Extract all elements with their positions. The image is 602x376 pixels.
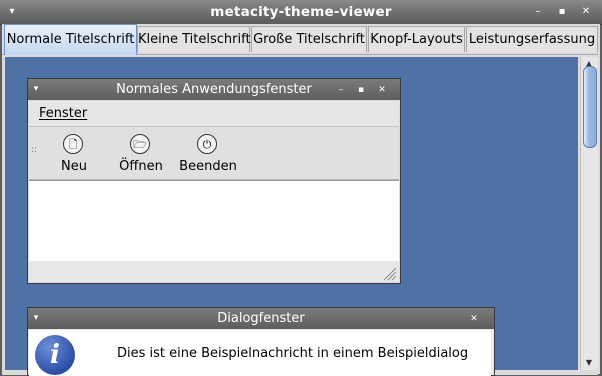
resize-grip-icon — [383, 267, 397, 281]
toolbar-label-beenden: Beenden — [179, 159, 237, 174]
normal-window-minimize-icon: – — [338, 85, 344, 95]
scrollbar-thumb[interactable] — [583, 66, 597, 148]
info-icon: i — [35, 335, 75, 375]
menu-fenster: Fenster — [39, 105, 87, 122]
toolbar-button-oeffnen: 🗁 Öffnen — [109, 128, 173, 180]
toolbar-button-beenden: ⏻ Beenden — [176, 128, 240, 180]
normal-window-maximize-icon: ▪ — [357, 85, 365, 95]
close-icon[interactable]: ✕ — [578, 4, 594, 20]
tab-kleine-titelschrift[interactable]: Kleine Titelschrift — [137, 26, 251, 52]
toolbar-label-neu: Neu — [61, 159, 87, 174]
toolbar-button-neu: 🗋 Neu — [42, 128, 106, 180]
scroll-down-icon[interactable]: ▼ — [580, 356, 598, 370]
tab-grosse-titelschrift[interactable]: Große Titelschrift — [251, 26, 367, 52]
power-icon: ⏻ — [197, 134, 217, 154]
normal-window-statusbar — [29, 261, 399, 282]
minimize-icon[interactable]: – — [530, 4, 546, 20]
folder-open-icon: 🗁 — [130, 134, 150, 154]
toolbar-grip-icon: :: — [31, 145, 38, 155]
menu-fenster-label: Fenster — [39, 106, 88, 121]
dialog-close-icon: ✕ — [470, 314, 478, 324]
dialog-message: Dies ist eine Beispielnachricht in einem… — [117, 346, 469, 361]
normal-window-close-icon: ✕ — [378, 85, 386, 95]
dialog-title: Dialogfenster — [217, 311, 305, 326]
tab-knopf-layouts[interactable]: Knopf-Layouts — [368, 26, 465, 52]
maximize-icon[interactable]: ▪ — [554, 4, 570, 20]
new-document-icon: 🗋 — [63, 134, 83, 154]
tab-normale-titelschrift[interactable]: Normale Titelschrift — [4, 24, 137, 55]
window-title: metacity-theme-viewer — [210, 4, 392, 20]
tab-leistungserfassung[interactable]: Leistungserfassung — [466, 26, 598, 52]
toolbar-label-oeffnen: Öffnen — [119, 159, 163, 174]
normal-window-content — [29, 180, 399, 262]
